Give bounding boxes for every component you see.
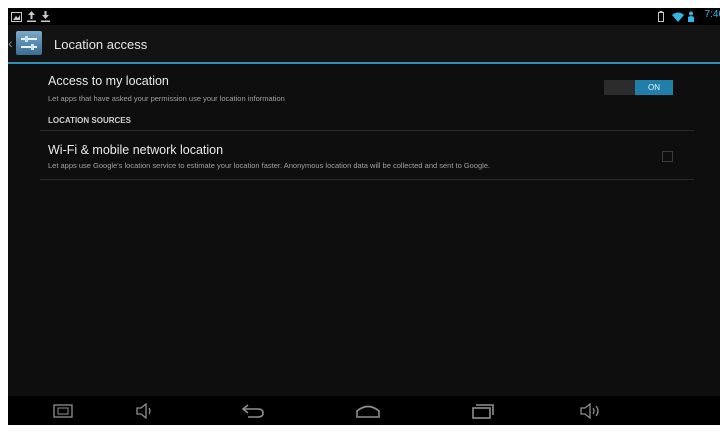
- location-access-toggle[interactable]: ON: [604, 80, 673, 95]
- access-location-title: Access to my location: [48, 74, 169, 88]
- battery-icon: [658, 8, 664, 25]
- access-location-summary: Let apps that have asked your permission…: [48, 94, 285, 103]
- recent-apps-icon[interactable]: [466, 396, 500, 425]
- volume-up-icon[interactable]: [574, 396, 608, 425]
- upload-icon[interactable]: [27, 8, 36, 25]
- status-bar: 7:46: [8, 8, 720, 25]
- section-divider: [40, 130, 694, 131]
- signal-icon: [687, 8, 695, 25]
- page-title: Location access: [54, 37, 148, 52]
- toggle-on-label: ON: [635, 80, 673, 95]
- volume-down-icon[interactable]: [130, 396, 160, 425]
- pref-divider: [40, 179, 694, 180]
- network-location-summary: Let apps use Google's location service t…: [48, 161, 491, 170]
- network-location-title: Wi-Fi & mobile network location: [48, 143, 224, 157]
- status-clock: 7:46: [704, 9, 720, 20]
- home-icon[interactable]: [351, 396, 385, 425]
- download-icon[interactable]: [41, 8, 50, 25]
- back-icon[interactable]: [236, 396, 270, 425]
- settings-sliders-icon[interactable]: [16, 31, 42, 55]
- up-navigation-icon[interactable]: ‹: [8, 35, 13, 51]
- gallery-notification-icon[interactable]: [11, 8, 22, 25]
- network-location-checkbox[interactable]: [662, 151, 673, 162]
- location-sources-header: LOCATION SOURCES: [48, 116, 131, 125]
- wifi-icon: [672, 8, 684, 25]
- action-bar: ‹ Location access: [8, 25, 720, 64]
- navigation-bar: [8, 396, 720, 425]
- android-screen: 7:46 ‹ Location access Access to my loca…: [8, 8, 720, 425]
- screenshot-icon[interactable]: [48, 396, 78, 425]
